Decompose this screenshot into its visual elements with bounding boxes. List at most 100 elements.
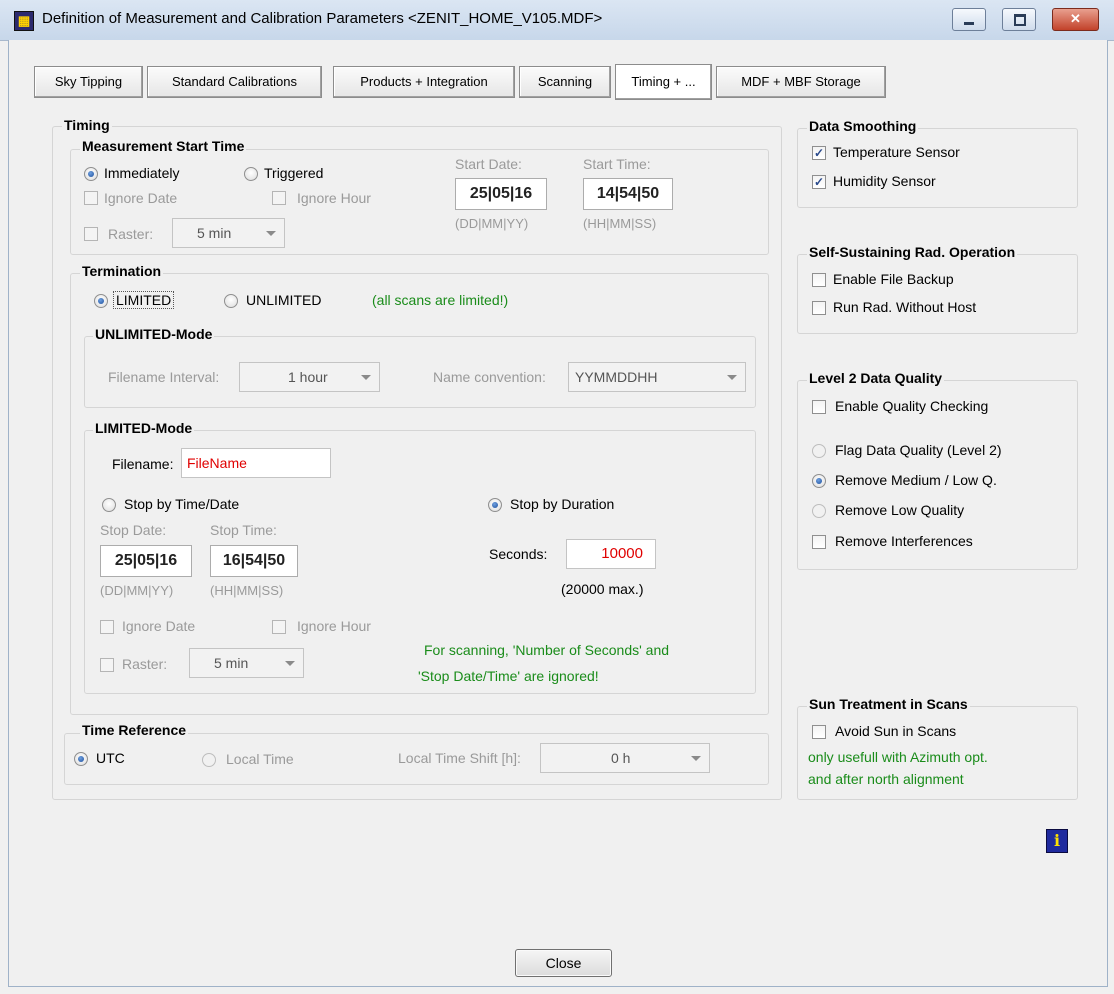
tab-scanning[interactable]: Scanning bbox=[519, 66, 611, 98]
stop-ignore-hour-checkbox[interactable] bbox=[272, 620, 286, 634]
chevron-down-icon bbox=[266, 231, 276, 236]
remove-interferences-label: Remove Interferences bbox=[835, 533, 973, 549]
seconds-max-note: (20000 max.) bbox=[561, 581, 644, 597]
limited-radio[interactable] bbox=[94, 294, 108, 308]
start-raster-select[interactable]: 5 min bbox=[172, 218, 285, 248]
close-window-button[interactable]: ✕ bbox=[1052, 8, 1099, 31]
temperature-sensor-checkbox[interactable]: ✓ bbox=[812, 146, 826, 160]
close-icon: ✕ bbox=[1070, 11, 1081, 26]
time-shift-value: 0 h bbox=[611, 750, 631, 766]
stop-raster-value: 5 min bbox=[214, 655, 249, 671]
app-icon: ▦ bbox=[14, 11, 34, 31]
tab-sky-tipping[interactable]: Sky Tipping bbox=[34, 66, 143, 98]
stop-raster-checkbox[interactable] bbox=[100, 658, 114, 672]
name-convention-label: Name convention: bbox=[433, 369, 546, 385]
limited-label: LIMITED bbox=[113, 291, 175, 309]
minimize-button[interactable] bbox=[952, 8, 986, 31]
maximize-button[interactable] bbox=[1002, 8, 1036, 31]
seconds-input[interactable]: 10000 bbox=[566, 539, 656, 569]
filename-input[interactable]: FileName bbox=[181, 448, 331, 478]
unlimited-label: UNLIMITED bbox=[246, 292, 322, 308]
avoid-sun-checkbox[interactable] bbox=[812, 725, 826, 739]
self-sustaining-group bbox=[797, 254, 1078, 334]
filename-interval-value: 1 hour bbox=[288, 369, 328, 385]
utc-radio[interactable] bbox=[74, 752, 88, 766]
start-time-field[interactable]: 14|54|50 bbox=[583, 178, 673, 210]
unlimited-mode-title: UNLIMITED-Mode bbox=[93, 326, 215, 342]
stop-date-label: Stop Date: bbox=[100, 522, 167, 538]
stop-by-time-radio[interactable] bbox=[102, 498, 116, 512]
check-icon: ✓ bbox=[813, 175, 825, 189]
timing-title: Timing bbox=[62, 117, 112, 133]
start-ignore-date-checkbox[interactable] bbox=[84, 191, 98, 205]
info-icon[interactable]: i bbox=[1046, 829, 1068, 853]
start-ignore-hour-checkbox[interactable] bbox=[272, 191, 286, 205]
sun-note-line-2: and after north alignment bbox=[808, 771, 964, 787]
triggered-label: Triggered bbox=[264, 165, 324, 181]
stop-raster-select[interactable]: 5 min bbox=[189, 648, 304, 678]
stop-by-time-label: Stop by Time/Date bbox=[124, 496, 240, 512]
tab-standard-calibrations[interactable]: Standard Calibrations bbox=[147, 66, 322, 98]
flag-quality-radio[interactable] bbox=[812, 444, 826, 458]
run-without-host-checkbox[interactable] bbox=[812, 301, 826, 315]
stop-time-field[interactable]: 16|54|50 bbox=[210, 545, 298, 577]
start-ignore-hour-label: Ignore Hour bbox=[297, 190, 371, 206]
maximize-icon bbox=[1014, 14, 1026, 26]
start-date-field[interactable]: 25|05|16 bbox=[455, 178, 547, 210]
time-shift-select[interactable]: 0 h bbox=[540, 743, 710, 773]
minimize-icon bbox=[964, 22, 974, 25]
start-ignore-date-label: Ignore Date bbox=[104, 190, 178, 206]
immediately-radio[interactable] bbox=[84, 167, 98, 181]
data-smoothing-title: Data Smoothing bbox=[807, 118, 919, 134]
stop-ignore-hour-label: Ignore Hour bbox=[297, 618, 371, 634]
stop-by-duration-radio[interactable] bbox=[488, 498, 502, 512]
local-time-label: Local Time bbox=[226, 751, 294, 767]
tab-products-integration[interactable]: Products + Integration bbox=[333, 66, 515, 98]
start-time-format: (HH|MM|SS) bbox=[583, 216, 657, 231]
stop-ignore-date-label: Ignore Date bbox=[122, 618, 196, 634]
immediately-label: Immediately bbox=[104, 165, 180, 181]
termination-title: Termination bbox=[80, 263, 164, 279]
chevron-down-icon bbox=[285, 661, 295, 666]
stop-time-label: Stop Time: bbox=[210, 522, 277, 538]
scan-note-line-1: For scanning, 'Number of Seconds' and bbox=[424, 642, 670, 658]
humidity-sensor-checkbox[interactable]: ✓ bbox=[812, 175, 826, 189]
check-icon: ✓ bbox=[813, 146, 825, 160]
start-raster-value: 5 min bbox=[197, 225, 232, 241]
unlimited-radio[interactable] bbox=[224, 294, 238, 308]
tab-timing[interactable]: Timing + ... bbox=[615, 64, 712, 100]
remove-medium-low-radio[interactable] bbox=[812, 474, 826, 488]
file-backup-label: Enable File Backup bbox=[833, 271, 954, 287]
remove-low-label: Remove Low Quality bbox=[835, 502, 965, 518]
run-without-host-label: Run Rad. Without Host bbox=[833, 299, 977, 315]
stop-time-format: (HH|MM|SS) bbox=[210, 583, 284, 598]
local-time-radio[interactable] bbox=[202, 753, 216, 767]
data-smoothing-group bbox=[797, 128, 1078, 208]
sun-treatment-title: Sun Treatment in Scans bbox=[807, 696, 970, 712]
chevron-down-icon bbox=[691, 756, 701, 761]
seconds-label: Seconds: bbox=[489, 546, 548, 562]
quality-checking-checkbox[interactable] bbox=[812, 400, 826, 414]
chevron-down-icon bbox=[727, 375, 737, 380]
name-convention-select[interactable]: YYMMDDHH bbox=[568, 362, 746, 392]
utc-label: UTC bbox=[96, 750, 125, 766]
filename-interval-select[interactable]: 1 hour bbox=[239, 362, 380, 392]
start-raster-checkbox[interactable] bbox=[84, 227, 98, 241]
stop-date-field[interactable]: 25|05|16 bbox=[100, 545, 192, 577]
start-raster-label: Raster: bbox=[108, 226, 154, 242]
triggered-radio[interactable] bbox=[244, 167, 258, 181]
tab-mdf-mbf-storage[interactable]: MDF + MBF Storage bbox=[716, 66, 886, 98]
self-sustaining-title: Self-Sustaining Rad. Operation bbox=[807, 244, 1018, 260]
close-button[interactable]: Close bbox=[515, 949, 612, 977]
file-backup-checkbox[interactable] bbox=[812, 273, 826, 287]
flag-quality-label: Flag Data Quality (Level 2) bbox=[835, 442, 1002, 458]
name-convention-value: YYMMDDHH bbox=[575, 369, 658, 385]
remove-interferences-checkbox[interactable] bbox=[812, 535, 826, 549]
stop-ignore-date-checkbox[interactable] bbox=[100, 620, 114, 634]
filename-label: Filename: bbox=[112, 456, 174, 472]
chevron-down-icon bbox=[361, 375, 371, 380]
stop-raster-label: Raster: bbox=[122, 656, 168, 672]
time-reference-title: Time Reference bbox=[80, 722, 189, 738]
start-date-label: Start Date: bbox=[455, 156, 522, 172]
remove-low-radio[interactable] bbox=[812, 504, 826, 518]
